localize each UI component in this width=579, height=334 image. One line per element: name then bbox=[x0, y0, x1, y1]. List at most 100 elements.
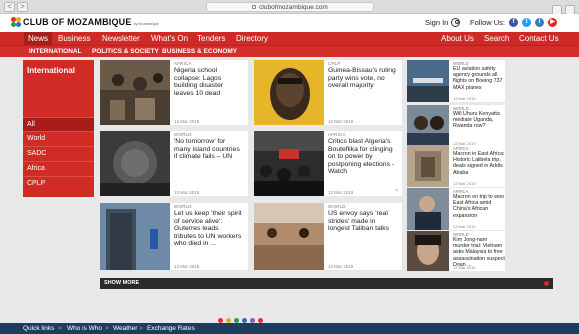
article-image bbox=[254, 131, 324, 196]
footer-weather[interactable]: Weather bbox=[113, 323, 137, 334]
nav-search[interactable]: Search bbox=[480, 32, 513, 45]
article-headline[interactable]: Will Uhuru Kenyatta mediate Uganda, Rwan… bbox=[453, 111, 505, 130]
sidebar-article[interactable]: WORLD EU aviation safety agency grounds … bbox=[407, 60, 505, 102]
subnav-international[interactable]: INTERNATIONAL bbox=[29, 46, 82, 57]
footer-quicklinks: Quick links > Who is Who > Weather > Exc… bbox=[0, 323, 579, 334]
article-date: 13 Mar 2019 bbox=[174, 190, 200, 195]
browser-toolbar: < > clubofmozambique.com bbox=[0, 0, 579, 15]
article-card[interactable]: AFRICA Nigeria school collapse: Lagos bu… bbox=[100, 60, 248, 125]
article-date: 13 Mar 2019 bbox=[328, 190, 354, 195]
sign-in-link[interactable]: Sign In bbox=[425, 18, 461, 27]
article-headline[interactable]: EU aviation safety agency grounds all fl… bbox=[453, 66, 505, 91]
article-headline[interactable]: Macron in East Africa: Historic Lalibela… bbox=[453, 151, 505, 176]
article-image bbox=[407, 105, 449, 147]
youtube-icon[interactable]: ▶ bbox=[548, 18, 558, 27]
show-more-button[interactable]: SHOW MORE bbox=[100, 278, 553, 289]
forward-button[interactable]: > bbox=[17, 2, 28, 12]
nav-contact-us[interactable]: Contact Us bbox=[515, 32, 563, 45]
footer-separator-icon: > bbox=[105, 325, 109, 332]
sidebar-item-all[interactable]: All bbox=[23, 117, 94, 131]
instagram-icon[interactable]: i bbox=[535, 18, 545, 27]
follow-us-label: Follow Us: bbox=[470, 18, 506, 27]
address-bar[interactable]: clubofmozambique.com bbox=[206, 2, 374, 12]
follow-us: Follow Us: f t i ▶ bbox=[470, 18, 558, 27]
site-header: CLUB OF MOZAMBIQUE by Mozambique Sign In… bbox=[0, 14, 579, 32]
article-date: 13 Mar 2019 bbox=[453, 224, 476, 229]
article-date: 13 Mar 2019 bbox=[174, 264, 200, 269]
sidebar-item-sadc[interactable]: SADC bbox=[23, 146, 94, 160]
nav-directory[interactable]: Directory bbox=[232, 32, 272, 45]
article-tag: CPLP bbox=[328, 61, 341, 66]
share-icon[interactable]: < bbox=[395, 188, 398, 194]
sidebar-title: International bbox=[27, 66, 76, 75]
nav-tenders[interactable]: Tenders bbox=[193, 32, 229, 45]
nav-news[interactable]: News bbox=[24, 32, 53, 45]
url-text: clubofmozambique.com bbox=[259, 4, 328, 11]
subnav-business-economy[interactable]: BUSINESS & ECONOMY bbox=[162, 46, 237, 57]
article-date: 13 Mar 2019 bbox=[453, 96, 476, 101]
footer-exchange-rates[interactable]: Exchange Rates bbox=[147, 323, 195, 334]
article-card[interactable]: WORLD 'No tomorrow' for many island coun… bbox=[100, 131, 248, 196]
article-image bbox=[407, 231, 449, 271]
twitter-icon[interactable]: t bbox=[522, 18, 532, 27]
footer-separator-icon: > bbox=[58, 325, 62, 332]
article-headline[interactable]: Macron on trip to woo East Africa amid C… bbox=[453, 194, 505, 219]
more-icon bbox=[544, 281, 549, 286]
article-headline[interactable]: US envoy says 'real strides' made in lon… bbox=[328, 210, 396, 233]
footer-separator-icon: > bbox=[139, 325, 143, 332]
article-image bbox=[100, 203, 170, 270]
article-tag: WORLD bbox=[174, 204, 192, 209]
sidebar-article[interactable]: AFRICA Macron on trip to woo East Africa… bbox=[407, 188, 505, 230]
subnav-politics-society[interactable]: POLITICS & SOCIETY bbox=[92, 46, 159, 57]
article-date: 13 Mar 2019 bbox=[453, 181, 476, 186]
user-icon bbox=[451, 18, 461, 27]
nav-business[interactable]: Business bbox=[54, 32, 94, 45]
footer-quick-links[interactable]: Quick links bbox=[23, 323, 54, 334]
article-tag: WORLD bbox=[174, 132, 192, 137]
article-date: 13 Mar 2019 bbox=[328, 119, 354, 124]
article-card[interactable]: AFRICA Critics blast Algeria's Bouteflik… bbox=[254, 131, 402, 196]
main-nav: News Business Newsletter What's On Tende… bbox=[0, 32, 579, 45]
article-headline[interactable]: Guinea-Bissau's ruling party wins vote, … bbox=[328, 67, 396, 90]
article-image bbox=[100, 60, 170, 125]
sidebar-article[interactable]: WORLD Kim Jong-nam murder trial: Vietnam… bbox=[407, 231, 505, 271]
category-sidebar: International All World SADC Africa CPLP bbox=[23, 60, 94, 197]
article-tag: AFRICA bbox=[174, 61, 192, 66]
article-date: 13 Mar 2019 bbox=[328, 264, 354, 269]
sidebar-item-africa[interactable]: Africa bbox=[23, 161, 94, 175]
sub-nav: INTERNATIONAL POLITICS & SOCIETY BUSINES… bbox=[0, 45, 579, 57]
sign-in-label: Sign In bbox=[425, 18, 449, 27]
show-more-label: SHOW MORE bbox=[104, 280, 140, 286]
nav-whats-on[interactable]: What's On bbox=[147, 32, 192, 45]
article-headline[interactable]: Kim Jong-nam murder trial: Vietnam asks … bbox=[453, 237, 505, 268]
article-card[interactable]: WORLD Let us keep 'their spirit of servi… bbox=[100, 203, 248, 270]
logo-subtitle: by Mozambique bbox=[133, 21, 159, 26]
article-card[interactable]: CPLP Guinea-Bissau's ruling party wins v… bbox=[254, 60, 402, 125]
article-headline[interactable]: 'No tomorrow' for many island countries … bbox=[174, 138, 242, 161]
article-date: 13 Mar 2019 bbox=[453, 265, 476, 270]
article-tag: AFRICA bbox=[328, 132, 346, 137]
article-image bbox=[407, 188, 449, 230]
article-date: 13 Mar 2019 bbox=[174, 119, 200, 124]
article-headline[interactable]: Let us keep 'their spirit of service ali… bbox=[174, 210, 242, 248]
sidebar-item-cplp[interactable]: CPLP bbox=[23, 176, 94, 190]
sidebar-article[interactable]: WORLD Will Uhuru Kenyatta mediate Uganda… bbox=[407, 105, 505, 147]
article-image bbox=[100, 131, 170, 196]
footer-who-is-who[interactable]: Who is Who bbox=[67, 323, 102, 334]
sidebar-item-world[interactable]: World bbox=[23, 131, 94, 145]
nav-newsletter[interactable]: Newsletter bbox=[98, 32, 144, 45]
nav-about-us[interactable]: About Us bbox=[437, 32, 478, 45]
back-button[interactable]: < bbox=[4, 2, 15, 12]
article-headline[interactable]: Critics blast Algeria's Bouteflika for c… bbox=[328, 138, 396, 176]
article-image bbox=[254, 60, 324, 125]
article-image bbox=[407, 145, 449, 187]
article-image bbox=[254, 203, 324, 270]
sidebar-article[interactable]: AFRICA Macron in East Africa: Historic L… bbox=[407, 145, 505, 187]
article-image bbox=[407, 60, 449, 102]
article-headline[interactable]: Nigeria school collapse: Lagos building … bbox=[174, 67, 242, 97]
lock-icon bbox=[252, 5, 257, 9]
logo-mark-icon bbox=[11, 17, 21, 27]
site-logo[interactable]: CLUB OF MOZAMBIQUE by Mozambique bbox=[11, 17, 159, 27]
facebook-icon[interactable]: f bbox=[509, 18, 519, 27]
article-card[interactable]: WORLD US envoy says 'real strides' made … bbox=[254, 203, 402, 270]
